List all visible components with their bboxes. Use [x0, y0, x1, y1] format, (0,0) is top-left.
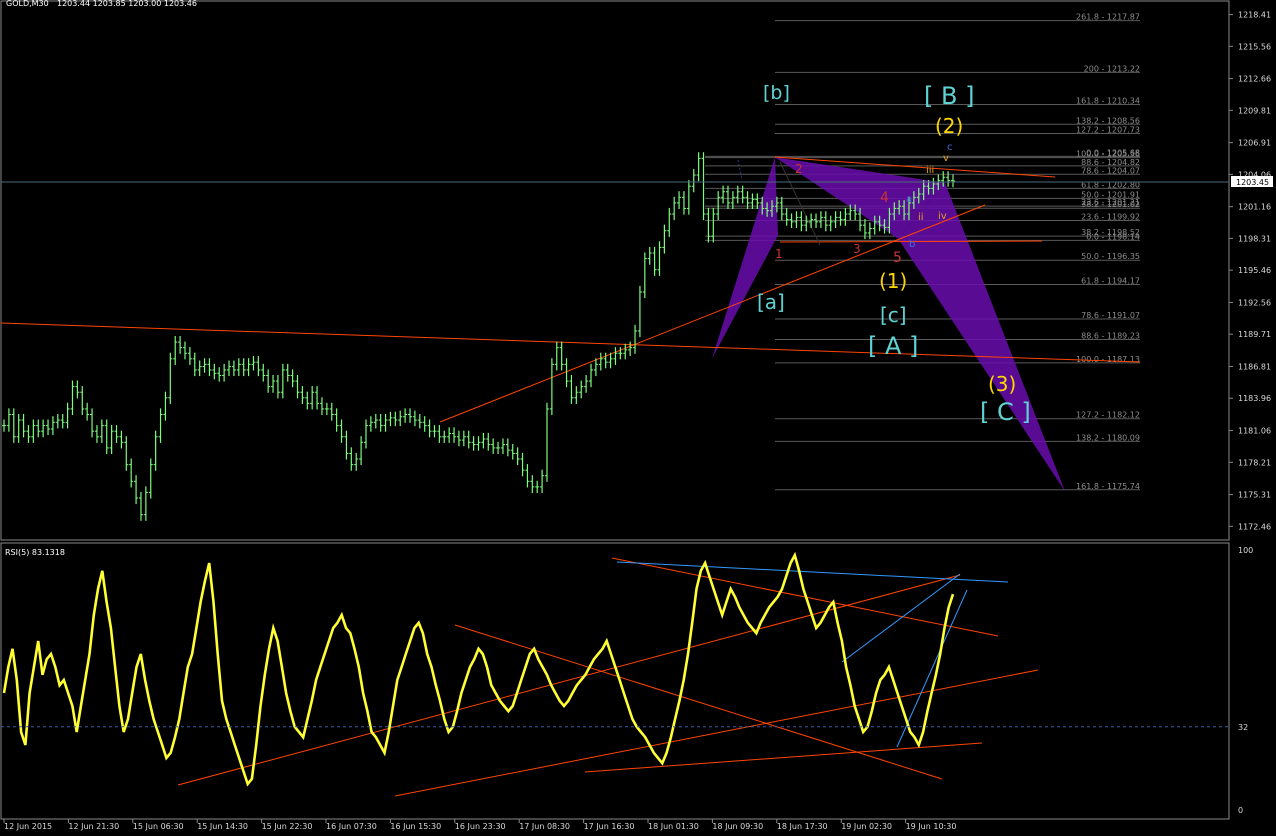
chart-header-ohlc: 1203.44 1203.85 1203.00 1203.46 [57, 0, 197, 8]
rsi-tick-label: 100 [1238, 546, 1253, 555]
time-tick-label: 12 Jun 21:30 [68, 822, 119, 831]
wave-label: (1) [879, 269, 907, 293]
price-tick-label: 1215.56 [1238, 42, 1271, 51]
wave-label: [a] [757, 290, 785, 314]
rsi-trendline-2 [394, 669, 1039, 797]
rsi-tick-label: 32 [1238, 723, 1248, 732]
fib-label: 127.2 - 1182.12 [1076, 411, 1140, 420]
fib-label: 23.6 - 1199.92 [1081, 212, 1140, 221]
time-tick-label: 18 Jun 09:30 [712, 822, 763, 831]
time-tick-label: 17 Jun 08:30 [519, 822, 570, 831]
wave-label: [b] [763, 82, 790, 104]
rsi-header: RSI(5) 83.1318 [5, 548, 65, 557]
fib-label: 200 - 1213.22 [1084, 64, 1140, 73]
fib-label: 78.6 - 1191.07 [1081, 311, 1140, 320]
pattern-triangle-cde [898, 182, 1065, 492]
time-tick-label: 18 Jun 17:30 [777, 822, 828, 831]
wave-label: 4 [880, 190, 889, 206]
price-tick-label: 1172.46 [1238, 522, 1271, 531]
fib-label: 88.6 - 1189.23 [1081, 332, 1140, 341]
wave-label: iii [926, 165, 934, 176]
wave-label: c [947, 142, 953, 153]
fib-label: 138.2 - 1180.09 [1076, 433, 1140, 442]
price-tick-label: 1195.46 [1238, 266, 1271, 275]
time-tick-label: 15 Jun 22:30 [262, 822, 313, 831]
price-tick-label: 1175.31 [1238, 491, 1271, 500]
price-tick-label: 1183.96 [1238, 394, 1271, 403]
fib-label: 78.6 - 1204.07 [1081, 166, 1140, 175]
chart-header-symbol: GOLD,M30 [6, 0, 49, 8]
wave-label: 3 [853, 242, 861, 256]
time-tick-label: 18 Jun 01:30 [648, 822, 699, 831]
wave-label: [ B ] [924, 82, 974, 110]
price-tick-label: 1209.81 [1238, 106, 1271, 115]
trading-chart[interactable]: 261.8 - 1217.87 200 - 1213.22 161.8 - 1210… [0, 0, 1276, 836]
price-tick-label: 1181.06 [1238, 427, 1271, 436]
price-tick-label: 1212.66 [1238, 75, 1271, 84]
rsi-line [2, 551, 955, 787]
wave-label: ii [918, 212, 924, 223]
wave-label: [ C ] [980, 398, 1031, 426]
dashed-connector [737, 159, 743, 181]
time-tick-label: 16 Jun 23:30 [455, 822, 506, 831]
fib-label: 161.8 - 1175.74 [1076, 482, 1140, 491]
time-tick-label: 16 Jun 15:30 [390, 822, 441, 831]
time-tick-label: 12 Jun 2015 [4, 822, 52, 831]
fib-label: 50.0 - 1196.35 [1081, 252, 1140, 261]
price-bars [2, 152, 955, 521]
fib-label: 61.8 - 1194.17 [1081, 277, 1140, 286]
wave-label: iv [938, 211, 947, 222]
wave-label: 5 [893, 250, 902, 266]
time-tick-label: 15 Jun 14:30 [197, 822, 248, 831]
time-tick-label: 19 Jun 10:30 [906, 822, 957, 831]
current-price-label: 1203.45 [1236, 178, 1269, 187]
wave-label: 2 [795, 162, 803, 176]
time-tick-label: 17 Jun 16:30 [584, 822, 635, 831]
pattern-triangle-xab [712, 157, 778, 359]
wave-label: a [906, 194, 912, 205]
price-tick-label: 1198.31 [1238, 234, 1271, 243]
fib-label: 100.0 - 1187.13 [1076, 355, 1140, 364]
time-tick-label: 19 Jun 02:30 [841, 822, 892, 831]
wave-label: [ A ] [868, 332, 918, 360]
wave-label: b [909, 239, 915, 250]
time-tick-label: 15 Jun 06:30 [133, 822, 184, 831]
price-tick-label: 1192.56 [1238, 298, 1271, 307]
fib-label: 0.0 - 1198.14 [1086, 232, 1140, 241]
fib-label: 138.2 - 1208.56 [1076, 116, 1140, 125]
price-tick-label: 1201.16 [1238, 203, 1271, 212]
rsi-indicator [2, 551, 955, 787]
wave-label: 1 [775, 247, 783, 261]
wave-label: (3) [988, 372, 1016, 396]
wave-label: [c] [880, 303, 907, 327]
price-tick-label: 1189.71 [1238, 330, 1271, 339]
fib-label: 261.8 - 1217.87 [1076, 13, 1140, 22]
rsi-trendline-blue-top [616, 561, 1009, 583]
fib-label: 161.8 - 1210.34 [1076, 96, 1140, 105]
price-tick-label: 1206.91 [1238, 139, 1271, 148]
wave-label: (2) [935, 114, 963, 138]
price-tick-label: 1178.21 [1238, 458, 1271, 467]
time-tick-label: 16 Jun 07:30 [326, 822, 377, 831]
wave-label: v [943, 153, 949, 164]
fib-label: 127.2 - 1207.73 [1076, 126, 1140, 135]
price-tick-label: 1218.41 [1238, 11, 1271, 20]
price-tick-label: 1186.81 [1238, 362, 1271, 371]
fib-label: 38.2 - 1201.02 [1081, 200, 1140, 209]
rsi-tick-label: 0 [1238, 806, 1243, 815]
rsi-trendline-4 [454, 624, 943, 780]
time-axis: 12 Jun 2015 12 Jun 21:30 15 Jun 06:30 15 Ju… [3, 819, 957, 831]
